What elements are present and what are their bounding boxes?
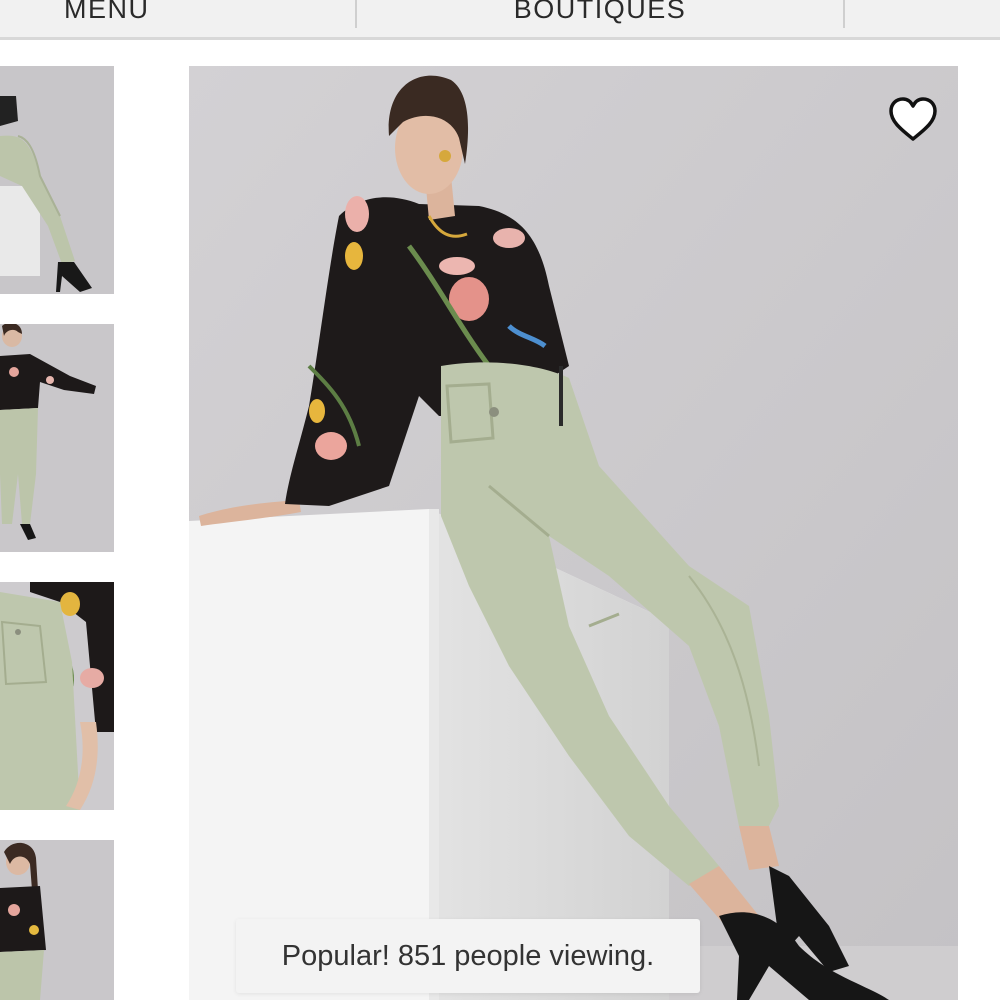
main-image-illustration — [189, 66, 958, 1000]
main-product-image[interactable] — [189, 66, 958, 1000]
nav-divider — [843, 0, 845, 28]
add-to-wishlist-button[interactable] — [888, 96, 938, 146]
thumbnail-image — [0, 66, 114, 294]
thumbnail-image — [0, 840, 114, 1000]
product-thumbnail-2[interactable] — [0, 324, 114, 552]
product-thumbnail-4[interactable] — [0, 840, 114, 1000]
thumbnail-image — [0, 582, 114, 810]
popular-viewing-notice: Popular! 851 people viewing. — [236, 919, 700, 993]
top-nav-bar: MENU BOUTIQUES — [0, 0, 1000, 40]
menu-button[interactable]: MENU — [0, 0, 355, 26]
heart-outline-icon — [889, 97, 937, 141]
product-thumbnail-1[interactable] — [0, 66, 114, 294]
boutiques-button[interactable]: BOUTIQUES — [356, 0, 844, 26]
thumbnail-image — [0, 324, 114, 552]
product-thumbnail-3[interactable] — [0, 582, 114, 810]
